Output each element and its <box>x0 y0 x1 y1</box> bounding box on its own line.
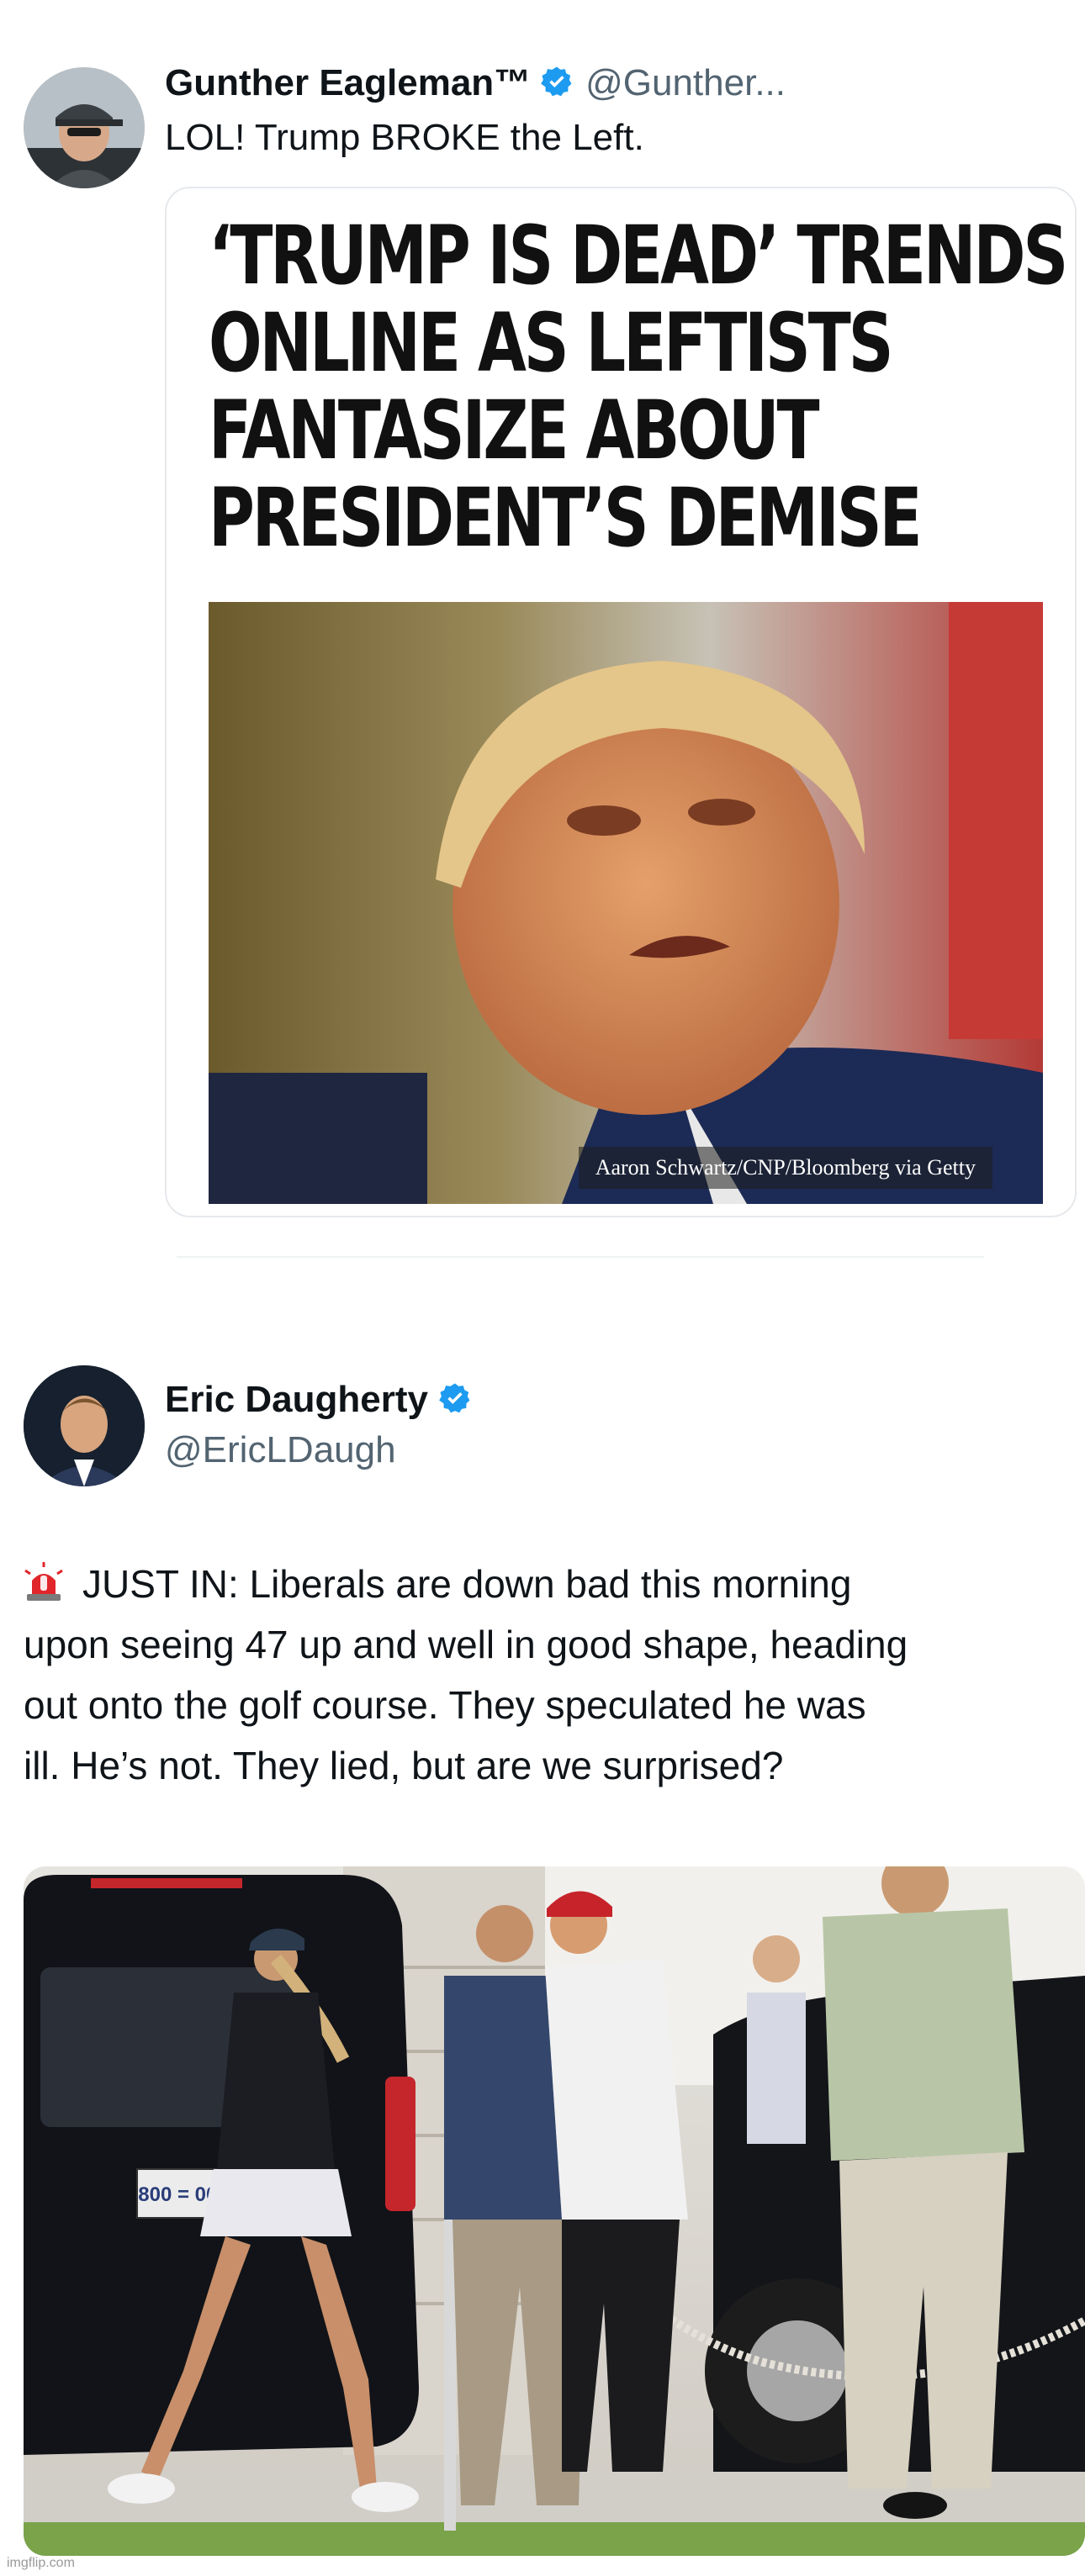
avatar[interactable] <box>24 67 145 188</box>
divider <box>177 1256 984 1258</box>
card-photo: Aaron Schwartz/CNP/Bloomberg via Getty <box>209 602 1043 1204</box>
siren-icon <box>24 1562 63 1601</box>
photo-credit: Aaron Schwartz/CNP/Bloomberg via Getty <box>578 1147 992 1189</box>
verified-badge-icon <box>439 1383 470 1413</box>
tweet-text: JUST IN: Liberals are down bad this morn… <box>24 1562 908 1787</box>
tweet-text: LOL! Trump BROKE the Left. <box>165 117 644 158</box>
card-headline: ‘TRUMP IS DEAD’ TRENDS ONLINE AS LEFTIST… <box>209 209 1068 565</box>
handle[interactable]: @EricLDaugh <box>165 1429 396 1471</box>
display-name[interactable]: Gunther Eagleman™ <box>165 62 531 103</box>
tweet-photo[interactable]: 800 = 002 <box>24 1866 1085 2556</box>
verified-badge-icon <box>540 66 572 97</box>
avatar[interactable] <box>24 1365 145 1486</box>
display-name[interactable]: Eric Daugherty <box>165 1379 472 1421</box>
handle[interactable]: @Gunther... <box>585 62 786 103</box>
news-card[interactable]: ‘TRUMP IS DEAD’ TRENDS ONLINE AS LEFTIST… <box>165 187 1077 1217</box>
watermark: imgflip.com <box>7 2556 75 2570</box>
